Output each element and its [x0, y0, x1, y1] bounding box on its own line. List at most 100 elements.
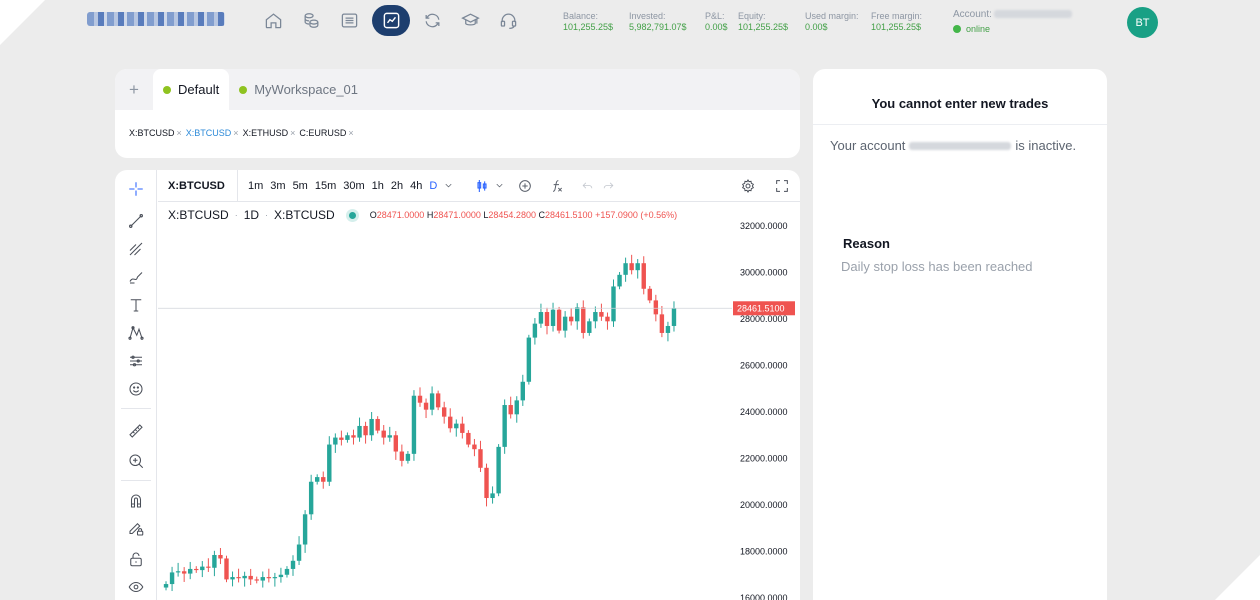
forecast-tool[interactable]: [125, 350, 147, 372]
interval-15m[interactable]: 15m: [315, 180, 336, 192]
lock-tool[interactable]: [125, 548, 147, 570]
zoom-tool[interactable]: [125, 450, 147, 472]
candle-body: [405, 453, 411, 461]
emoji-tool[interactable]: [125, 378, 147, 400]
candle-body: [230, 577, 235, 580]
candle-body: [381, 430, 386, 438]
zoom-in-icon: [129, 454, 144, 469]
candle-body: [605, 316, 610, 322]
candle-body: [242, 575, 247, 579]
magnet-tool[interactable]: [125, 490, 147, 512]
panel-title: You cannot enter new trades: [871, 96, 1049, 111]
candle-body: [502, 405, 507, 447]
interval-5m[interactable]: 5m: [293, 180, 308, 192]
candle-body: [206, 566, 211, 568]
candle-body: [163, 584, 169, 588]
interval-30m[interactable]: 30m: [343, 180, 364, 192]
candle-body: [260, 577, 265, 581]
candle-body: [351, 435, 356, 438]
redo-button[interactable]: [602, 179, 615, 192]
interval-d[interactable]: D: [429, 180, 437, 192]
brush-tool[interactable]: [125, 266, 147, 288]
chart-type-button[interactable]: [474, 178, 490, 194]
nav-education[interactable]: [455, 5, 486, 36]
candle-body: [496, 446, 501, 494]
symbol-chip[interactable]: X:BTCUSD ×: [129, 128, 182, 138]
stat-invested: Invested: 5,982,791.07$: [629, 11, 687, 32]
candle-body: [544, 312, 550, 326]
reason-text: Daily stop loss has been reached: [841, 259, 1033, 274]
compare-button[interactable]: [517, 178, 533, 194]
stat-pnl: P&L: 0.00$: [705, 11, 728, 32]
candle-body: [333, 437, 338, 445]
account-info[interactable]: Account: online: [953, 9, 1072, 34]
candle-body: [224, 558, 229, 580]
interval-1m[interactable]: 1m: [248, 180, 263, 192]
trend-line-tool[interactable]: [125, 210, 147, 232]
y-axis-tick-label: 20000.0000: [740, 500, 788, 510]
nav-refresh[interactable]: [417, 5, 448, 36]
top-header: Balance: 101,255.25$ Invested: 5,982,791…: [0, 0, 1260, 44]
close-icon[interactable]: ×: [233, 128, 238, 138]
chart-settings-button[interactable]: [740, 178, 756, 197]
candle-body: [568, 316, 574, 322]
indicators-button[interactable]: [549, 178, 565, 194]
candle-body: [441, 407, 447, 417]
fib-tool[interactable]: [125, 238, 147, 260]
text-tool[interactable]: [125, 294, 147, 316]
candle-body: [556, 309, 562, 331]
interval-1h[interactable]: 1h: [372, 180, 384, 192]
fullscreen-button[interactable]: [774, 178, 790, 197]
refresh-icon: [425, 13, 440, 28]
candle-body: [363, 425, 368, 436]
visibility-tool[interactable]: [125, 576, 147, 598]
brand-logo[interactable]: [87, 12, 225, 26]
candle-body: [472, 444, 477, 450]
candle-body: [429, 393, 435, 410]
interval-3m[interactable]: 3m: [270, 180, 285, 192]
smiley-icon: [129, 382, 143, 396]
interval-4h[interactable]: 4h: [410, 180, 422, 192]
symbol-search[interactable]: X:BTCUSD: [158, 170, 238, 202]
candle-body: [581, 307, 586, 333]
avatar[interactable]: BT: [1127, 7, 1158, 38]
nav-support[interactable]: [493, 5, 524, 36]
symbol-chip[interactable]: C:EURUSD ×: [299, 128, 353, 138]
symbol-chip[interactable]: X:ETHUSD ×: [243, 128, 296, 138]
candle-body: [611, 286, 616, 322]
y-axis-tick-label: 18000.0000: [740, 547, 788, 557]
close-icon[interactable]: ×: [290, 128, 295, 138]
symbol-chip-selected[interactable]: X:BTCUSD ×: [186, 128, 239, 138]
candle-body: [532, 323, 538, 338]
candle-body: [327, 444, 332, 482]
crosshair-tool[interactable]: [125, 178, 147, 200]
nav-chart[interactable]: [372, 5, 410, 36]
close-icon[interactable]: ×: [348, 128, 353, 138]
ruler-tool[interactable]: [125, 420, 147, 442]
undo-button[interactable]: [581, 179, 594, 192]
chart-top-toolbar: X:BTCUSD 1m 3m 5m 15m 30m 1h 2h 4h D: [158, 170, 800, 202]
interval-dropdown[interactable]: [443, 180, 454, 191]
tab-myworkspace-01[interactable]: MyWorkspace_01: [229, 69, 368, 110]
close-icon[interactable]: ×: [177, 128, 182, 138]
price-chart[interactable]: 32000.0000 30000.0000 28000.0000 26000.0000…: [158, 203, 800, 600]
lock-drawing-tool[interactable]: [125, 518, 147, 540]
nav-portfolio[interactable]: [296, 5, 327, 36]
candle-body: [599, 312, 604, 317]
gear-icon: [741, 179, 755, 193]
tab-default[interactable]: Default: [153, 69, 230, 110]
nav-home[interactable]: [258, 5, 289, 36]
main-nav: [258, 5, 524, 36]
nav-list[interactable]: [334, 5, 365, 36]
interval-2h[interactable]: 2h: [391, 180, 403, 192]
candle-body: [266, 577, 272, 579]
y-axis-tick-label: 24000.0000: [740, 407, 788, 417]
corner-decoration: [1215, 555, 1260, 600]
add-workspace-button[interactable]: +: [115, 80, 153, 100]
stat-equity: Equity: 101,255.25$: [738, 11, 789, 32]
pattern-tool[interactable]: [125, 322, 147, 344]
chart-type-dropdown[interactable]: [494, 180, 505, 191]
function-icon: [553, 179, 563, 192]
account-id-redacted: [909, 141, 1012, 150]
candle-body: [411, 395, 417, 454]
